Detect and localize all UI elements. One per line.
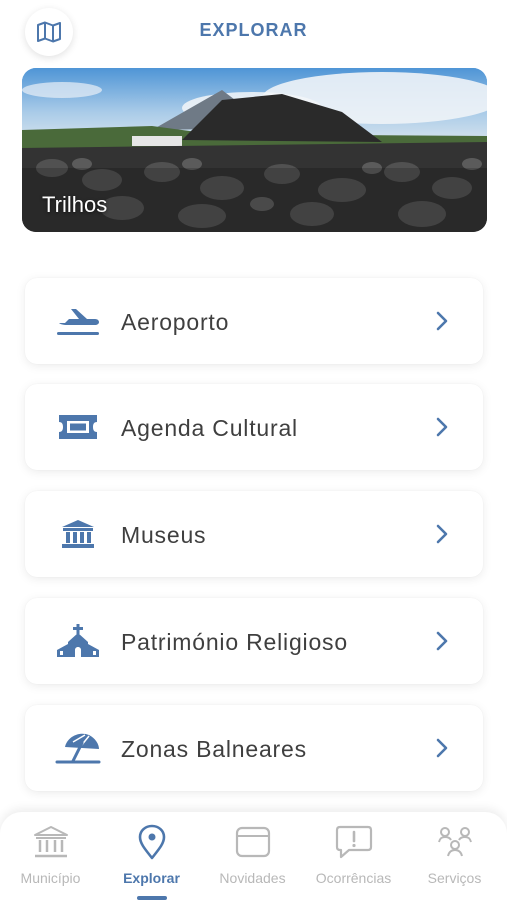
chevron-right-icon <box>436 631 448 651</box>
banner-title: Trilhos <box>42 192 108 217</box>
tab-ocorrencias[interactable]: Ocorrências <box>303 812 404 900</box>
tab-municipio[interactable]: Município <box>0 812 101 900</box>
tab-label: Ocorrências <box>315 870 392 886</box>
menu-item-label: Zonas Balneares <box>121 736 307 762</box>
tab-label: Explorar <box>123 870 180 886</box>
active-tab-indicator <box>137 896 167 900</box>
beach-umbrella-icon <box>55 729 101 767</box>
menu-item-label: Agenda Cultural <box>121 415 298 441</box>
chevron-right-icon <box>436 311 448 331</box>
church-icon <box>55 622 101 660</box>
menu-item-zonas-balneares[interactable]: Zonas Balneares <box>25 705 483 791</box>
menu-item-aeroporto[interactable]: Aeroporto <box>25 278 483 364</box>
menu-item-patrimonio-religioso[interactable]: Património Religioso <box>25 598 483 684</box>
chevron-right-icon <box>436 738 448 758</box>
header: EXPLORAR <box>0 0 507 62</box>
alert-bubble-icon <box>334 824 374 860</box>
menu-item-museus[interactable]: Museus <box>25 491 483 577</box>
menu-item-label: Património Religioso <box>121 629 348 655</box>
tab-novidades[interactable]: Novidades <box>202 812 303 900</box>
chevron-right-icon <box>436 417 448 437</box>
tab-explorar[interactable]: Explorar <box>101 812 202 900</box>
location-pin-icon <box>132 824 172 860</box>
services-icon <box>435 824 475 860</box>
tab-label: Município <box>20 870 81 886</box>
museum-icon <box>55 515 101 553</box>
tab-servicos[interactable]: Serviços <box>404 812 505 900</box>
town-hall-icon <box>31 824 71 860</box>
bottom-tab-bar: Município Explorar Novidades Ocorrências… <box>0 812 507 900</box>
page-title: EXPLORAR <box>199 20 308 40</box>
tab-label: Novidades <box>219 870 286 886</box>
menu-item-label: Aeroporto <box>121 309 230 335</box>
menu-item-label: Museus <box>121 522 207 548</box>
airplane-icon <box>55 302 101 340</box>
card-icon <box>233 824 273 860</box>
menu-item-agenda-cultural[interactable]: Agenda Cultural <box>25 384 483 470</box>
chevron-right-icon <box>436 524 448 544</box>
ticket-icon <box>55 408 101 446</box>
tab-label: Serviços <box>427 870 482 886</box>
trilhos-banner[interactable]: Trilhos <box>22 68 487 232</box>
